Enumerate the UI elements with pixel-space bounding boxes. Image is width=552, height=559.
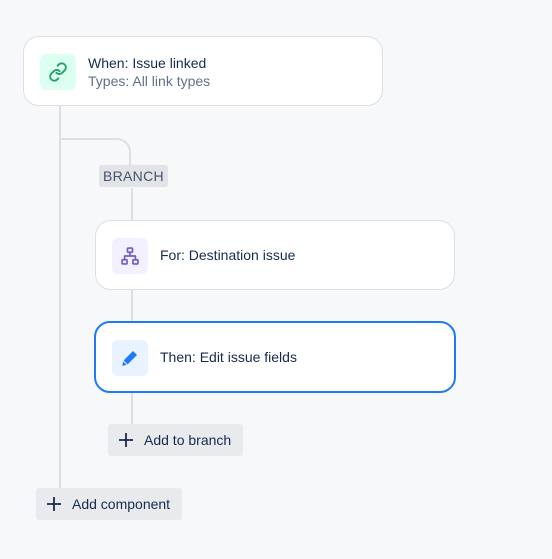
plus-icon bbox=[47, 497, 61, 511]
trigger-title: When: Issue linked bbox=[88, 55, 207, 71]
trigger-card[interactable]: When: Issue linked Types: All link types bbox=[23, 36, 383, 106]
branch-condition-title: For: Destination issue bbox=[160, 247, 296, 263]
add-to-branch-button[interactable]: Add to branch bbox=[108, 424, 244, 456]
action-icon-box bbox=[112, 340, 148, 376]
branch-condition-card[interactable]: For: Destination issue bbox=[95, 220, 455, 290]
pencil-icon bbox=[122, 351, 137, 366]
branch-connector-line-3 bbox=[131, 391, 133, 424]
branch-connector-curve bbox=[59, 138, 131, 166]
condition-icon-box bbox=[112, 238, 148, 274]
add-component-label: Add component bbox=[72, 496, 171, 512]
branch-connector-line-2 bbox=[131, 289, 133, 322]
add-component-button[interactable]: Add component bbox=[36, 488, 183, 520]
link-icon bbox=[49, 62, 67, 82]
trigger-icon-box bbox=[40, 54, 76, 90]
branch-action-title: Then: Edit issue fields bbox=[160, 349, 297, 365]
hierarchy-icon bbox=[121, 247, 139, 265]
branch-lozenge: BRANCH bbox=[99, 165, 168, 187]
plus-icon bbox=[119, 433, 133, 447]
branch-action-card[interactable]: Then: Edit issue fields bbox=[94, 321, 456, 393]
trigger-subtitle: Types: All link types bbox=[88, 73, 211, 89]
branch-connector-line-1 bbox=[131, 188, 133, 221]
add-to-branch-label: Add to branch bbox=[144, 432, 232, 448]
